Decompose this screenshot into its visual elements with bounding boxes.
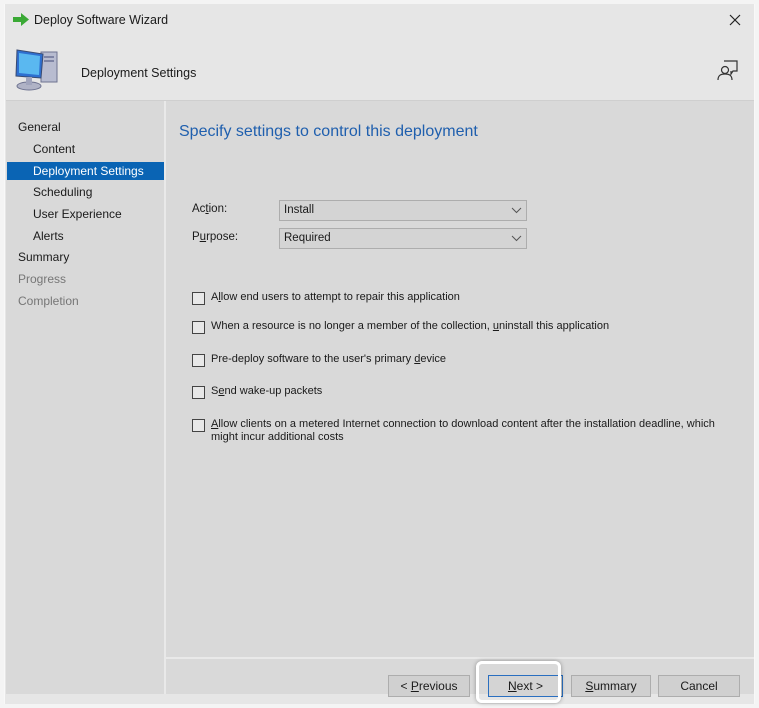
checkbox-label: Allow clients on a metered Internet conn… xyxy=(211,418,715,443)
nav-item-label: Scheduling xyxy=(33,185,93,199)
nav-item-progress: Progress xyxy=(7,270,164,288)
wizard-window: Deploy Software Wizard Deployment Settin… xyxy=(4,4,755,704)
wizard-steps-nav: General Content Deployment Settings Sche… xyxy=(6,101,164,694)
wake-up-packets-checkbox-row[interactable]: Send wake-up packets xyxy=(192,385,732,401)
nav-item-deployment-settings[interactable]: Deployment Settings xyxy=(7,162,164,180)
feedback-person-icon xyxy=(717,60,738,81)
checkbox-label: Allow end users to attempt to repair thi… xyxy=(211,291,460,303)
summary-button[interactable]: Summary xyxy=(571,675,651,697)
nav-item-label: Alerts xyxy=(33,229,64,243)
close-button[interactable] xyxy=(724,10,746,30)
nav-item-label: Deployment Settings xyxy=(33,164,144,178)
pre-deploy-checkbox[interactable] xyxy=(192,354,205,367)
cancel-button[interactable]: Cancel xyxy=(658,675,740,697)
checkbox-label: Send wake-up packets xyxy=(211,385,323,397)
checkbox-label: Pre-deploy software to the user's primar… xyxy=(211,353,447,365)
nav-item-summary[interactable]: Summary xyxy=(7,248,164,266)
nav-item-alerts[interactable]: Alerts xyxy=(7,227,164,245)
allow-repair-checkbox-row[interactable]: Allow end users to attempt to repair thi… xyxy=(192,291,732,307)
previous-button[interactable]: < Previous xyxy=(388,675,470,697)
metered-connection-checkbox[interactable] xyxy=(192,419,205,432)
purpose-dropdown[interactable]: Required xyxy=(279,228,527,249)
nav-item-label: Content xyxy=(33,142,76,156)
action-label: Action: xyxy=(192,203,228,215)
nav-item-scheduling[interactable]: Scheduling xyxy=(7,183,164,201)
uninstall-when-removed-checkbox[interactable] xyxy=(192,321,205,334)
purpose-label: Purpose: xyxy=(192,231,239,243)
checkbox-label: When a resource is no longer a member of… xyxy=(211,320,610,332)
nav-item-content[interactable]: Content xyxy=(7,140,164,158)
pre-deploy-checkbox-row[interactable]: Pre-deploy software to the user's primar… xyxy=(192,353,732,369)
page-heading: Specify settings to control this deploym… xyxy=(179,123,478,140)
wizard-body: General Content Deployment Settings Sche… xyxy=(6,100,754,697)
title-bar: Deploy Software Wizard xyxy=(5,4,754,36)
nav-item-label: Completion xyxy=(18,294,79,308)
header-title: Deployment Settings xyxy=(81,66,197,80)
action-dropdown[interactable]: Install xyxy=(279,200,527,221)
feedback-button[interactable] xyxy=(716,58,740,82)
nav-item-label: Summary xyxy=(18,250,70,264)
nav-item-user-experience[interactable]: User Experience xyxy=(7,205,164,223)
purpose-value: Required xyxy=(284,232,331,244)
nav-item-general[interactable]: General xyxy=(7,118,164,136)
wizard-footer: < Previous Next > Summary Cancel xyxy=(166,657,754,697)
nav-item-label: User Experience xyxy=(33,207,122,221)
action-value: Install xyxy=(284,204,315,216)
uninstall-when-removed-checkbox-row[interactable]: When a resource is no longer a member of… xyxy=(192,320,732,336)
wake-up-packets-checkbox[interactable] xyxy=(192,386,205,399)
nav-item-label: Progress xyxy=(18,272,67,286)
computer-icon xyxy=(15,49,58,91)
deployment-settings-page: Specify settings to control this deploym… xyxy=(166,101,754,657)
close-icon xyxy=(729,14,741,26)
wizard-header: Deployment Settings xyxy=(5,36,754,100)
window-title: Deploy Software Wizard xyxy=(34,13,169,27)
nav-item-label: General xyxy=(18,120,61,134)
chevron-down-icon xyxy=(511,235,522,242)
allow-repair-checkbox[interactable] xyxy=(192,292,205,305)
metered-connection-checkbox-row[interactable]: Allow clients on a metered Internet conn… xyxy=(192,418,732,448)
green-arrow-icon xyxy=(13,13,29,26)
nav-item-completion: Completion xyxy=(7,292,164,310)
chevron-down-icon xyxy=(511,207,522,214)
next-button[interactable]: Next > xyxy=(488,675,563,697)
